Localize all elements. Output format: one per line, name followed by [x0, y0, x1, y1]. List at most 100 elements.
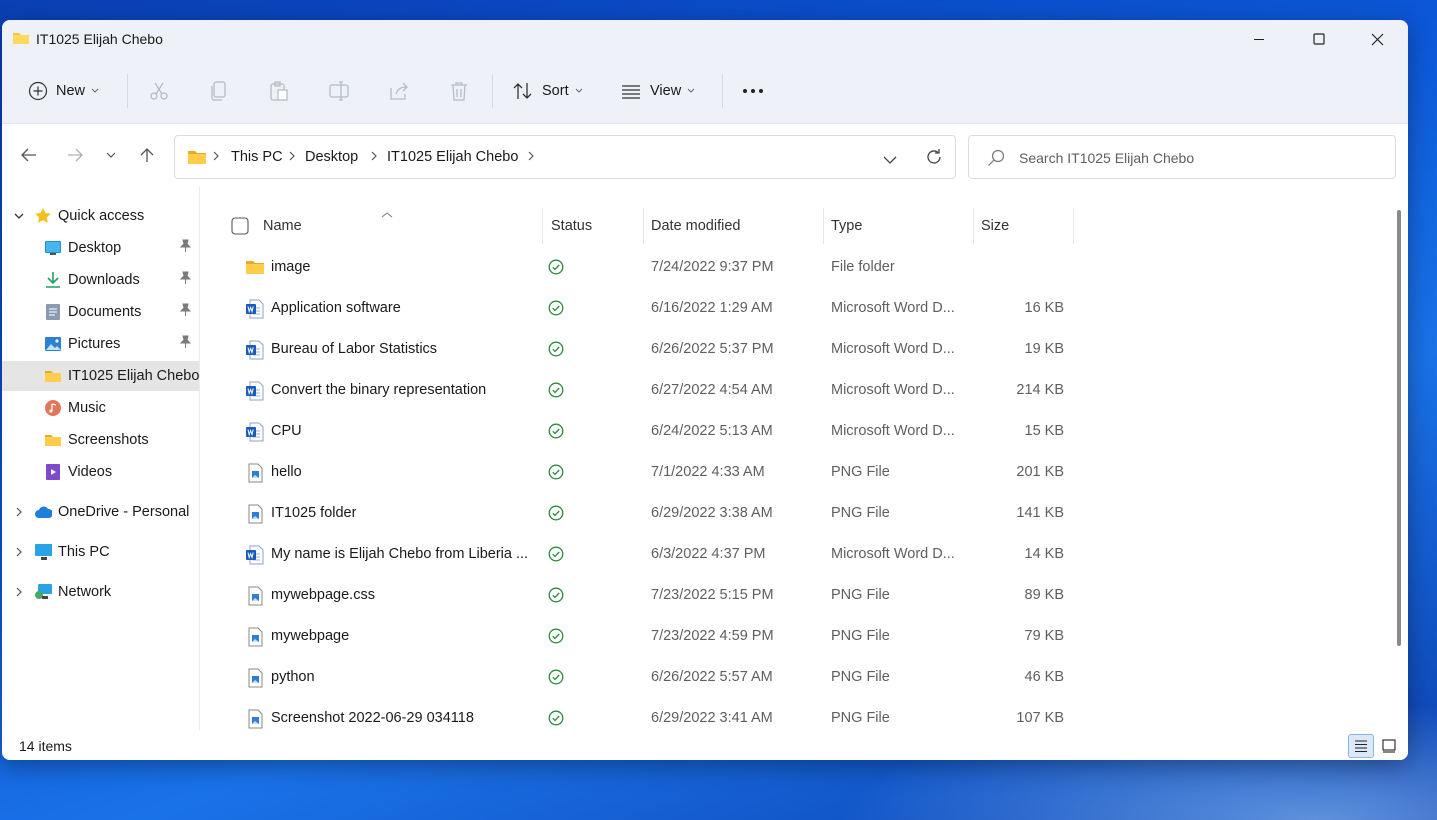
sidebar-item-onedrive[interactable]: OneDrive - Personal [2, 497, 199, 527]
file-row[interactable]: CPU 6/24/2022 5:13 AM Microsoft Word D... 1… [201, 412, 1071, 453]
file-type: Microsoft Word D... [831, 382, 955, 398]
file-date-modified: 6/16/2022 1:29 AM [651, 300, 773, 316]
file-row[interactable]: IT1025 folder 6/29/2022 3:38 AM PNG File 14… [201, 494, 1071, 535]
file-list: Name Status Date modified Type Size imag… [201, 186, 1390, 730]
breadcrumb-this-pc[interactable]: This PC [231, 149, 283, 165]
sidebar-item-downloads[interactable]: Downloads [2, 265, 199, 295]
new-label: New [56, 83, 86, 99]
sidebar-item-videos[interactable]: Videos [2, 457, 199, 487]
see-more-button[interactable] [742, 72, 764, 110]
cut-button[interactable] [148, 72, 170, 110]
refresh-button[interactable] [925, 148, 943, 169]
sidebar-item-desktop[interactable]: Desktop [2, 233, 199, 263]
back-button[interactable] [16, 142, 42, 168]
column-header-name[interactable]: Name [263, 206, 302, 246]
chevron-down-icon[interactable] [10, 207, 28, 225]
copy-button[interactable] [208, 72, 230, 110]
pin-icon [179, 303, 192, 321]
forward-button[interactable] [62, 142, 88, 168]
file-row[interactable]: mywebpage.css 7/23/2022 5:15 PM PNG File 89… [201, 576, 1071, 617]
image-file-icon [245, 504, 265, 524]
file-row[interactable]: image 7/24/2022 9:37 PM File folder [201, 248, 1071, 289]
file-type: Microsoft Word D... [831, 300, 955, 316]
column-divider[interactable] [542, 208, 543, 244]
file-row[interactable]: hello 7/1/2022 4:33 AM PNG File 201 KB [201, 453, 1071, 494]
file-size: 14 KB [1024, 546, 1065, 562]
file-name: CPU [271, 423, 302, 439]
breadcrumb-current-folder[interactable]: IT1025 Elijah Chebo [387, 149, 518, 165]
refresh-icon [927, 149, 941, 164]
file-name: Screenshot 2022-06-29 034118 [271, 710, 474, 726]
file-name: Convert the binary representation [271, 382, 487, 398]
minimize-button[interactable] [1230, 20, 1288, 58]
chevron-down-icon [91, 88, 99, 93]
sidebar-item-documents[interactable]: Documents [2, 297, 199, 327]
sidebar-item-quick-access[interactable]: Quick access [2, 201, 199, 231]
file-size: 201 KB [1016, 464, 1064, 480]
new-button[interactable]: New [28, 72, 99, 110]
sidebar-item-network[interactable]: Network [2, 577, 199, 607]
column-header-size[interactable]: Size [981, 206, 1009, 246]
file-row[interactable]: Bureau of Labor Statistics 6/26/2022 5:37… [201, 330, 1071, 371]
file-row[interactable]: Convert the binary representation 6/27/20… [201, 371, 1071, 412]
file-type: PNG File [831, 464, 890, 480]
file-row[interactable]: python 6/26/2022 5:57 AM PNG File 46 KB [201, 658, 1071, 699]
large-icons-view-button[interactable] [1376, 734, 1402, 758]
details-view-button[interactable] [1348, 734, 1374, 758]
delete-button[interactable] [448, 72, 470, 110]
sync-status-icon [548, 423, 564, 442]
maximize-button[interactable] [1290, 20, 1348, 58]
sync-status-icon [548, 710, 564, 729]
chevron-right-icon[interactable] [10, 503, 28, 521]
view-button[interactable]: View [620, 72, 695, 110]
column-divider[interactable] [823, 208, 824, 244]
sidebar-item-pictures[interactable]: Pictures [2, 329, 199, 359]
chevron-right-icon[interactable] [10, 543, 28, 561]
column-header-status[interactable]: Status [551, 206, 592, 246]
column-header-date-modified[interactable]: Date modified [651, 206, 740, 246]
file-type: File folder [831, 259, 895, 275]
file-date-modified: 6/27/2022 4:54 AM [651, 382, 773, 398]
select-all-checkbox[interactable] [231, 206, 249, 246]
sidebar-item-music[interactable]: Music [2, 393, 199, 423]
command-bar: New Sort View [2, 58, 1408, 124]
file-explorer-window: IT1025 Elijah Chebo New Sort View This P… [2, 20, 1408, 760]
breadcrumb-desktop[interactable]: Desktop [305, 149, 358, 165]
vertical-scrollbar[interactable] [1390, 186, 1408, 730]
sidebar-item-this-pc[interactable]: This PC [2, 537, 199, 567]
title-bar[interactable]: IT1025 Elijah Chebo [2, 20, 1408, 58]
scrollbar-thumb[interactable] [1397, 210, 1401, 646]
address-history-button[interactable] [883, 152, 897, 168]
column-divider[interactable] [973, 208, 974, 244]
sort-ascending-icon [381, 206, 393, 222]
sidebar-item-screenshots[interactable]: Screenshots [2, 425, 199, 455]
column-divider[interactable] [643, 208, 644, 244]
file-name: IT1025 folder [271, 505, 357, 521]
share-button[interactable] [388, 72, 410, 110]
close-button[interactable] [1348, 20, 1406, 58]
chevron-right-icon[interactable] [10, 583, 28, 601]
file-size: 107 KB [1016, 710, 1064, 726]
status-bar: 14 items [2, 730, 1408, 760]
sort-button[interactable]: Sort [512, 72, 583, 110]
maximize-icon [1313, 33, 1325, 45]
file-row[interactable]: Screenshot 2022-06-29 034118 6/29/2022 3:… [201, 699, 1071, 730]
file-row[interactable]: My name is Elijah Chebo from Liberia ...… [201, 535, 1071, 576]
picture-icon [44, 335, 62, 353]
paste-button[interactable] [268, 72, 290, 110]
rename-button[interactable] [328, 72, 350, 110]
sidebar-item-it1025-elijah-chebo[interactable]: IT1025 Elijah Chebo [2, 361, 199, 391]
file-name: image [271, 259, 311, 275]
image-file-icon [245, 709, 265, 729]
up-button[interactable] [134, 142, 160, 168]
file-size: 15 KB [1024, 423, 1065, 439]
file-row[interactable]: Application software 6/16/2022 1:29 AM Mic… [201, 289, 1071, 330]
file-row[interactable]: mywebpage 7/23/2022 4:59 PM PNG File 79 KB [201, 617, 1071, 658]
recent-locations-button[interactable] [98, 142, 124, 168]
column-header-type[interactable]: Type [831, 206, 862, 246]
desktop-icon [44, 239, 62, 257]
column-divider[interactable] [1073, 208, 1074, 244]
search-input[interactable]: Search IT1025 Elijah Chebo [968, 135, 1396, 179]
word-document-icon [245, 422, 265, 442]
address-bar[interactable]: This PC Desktop IT1025 Elijah Chebo [174, 135, 956, 179]
